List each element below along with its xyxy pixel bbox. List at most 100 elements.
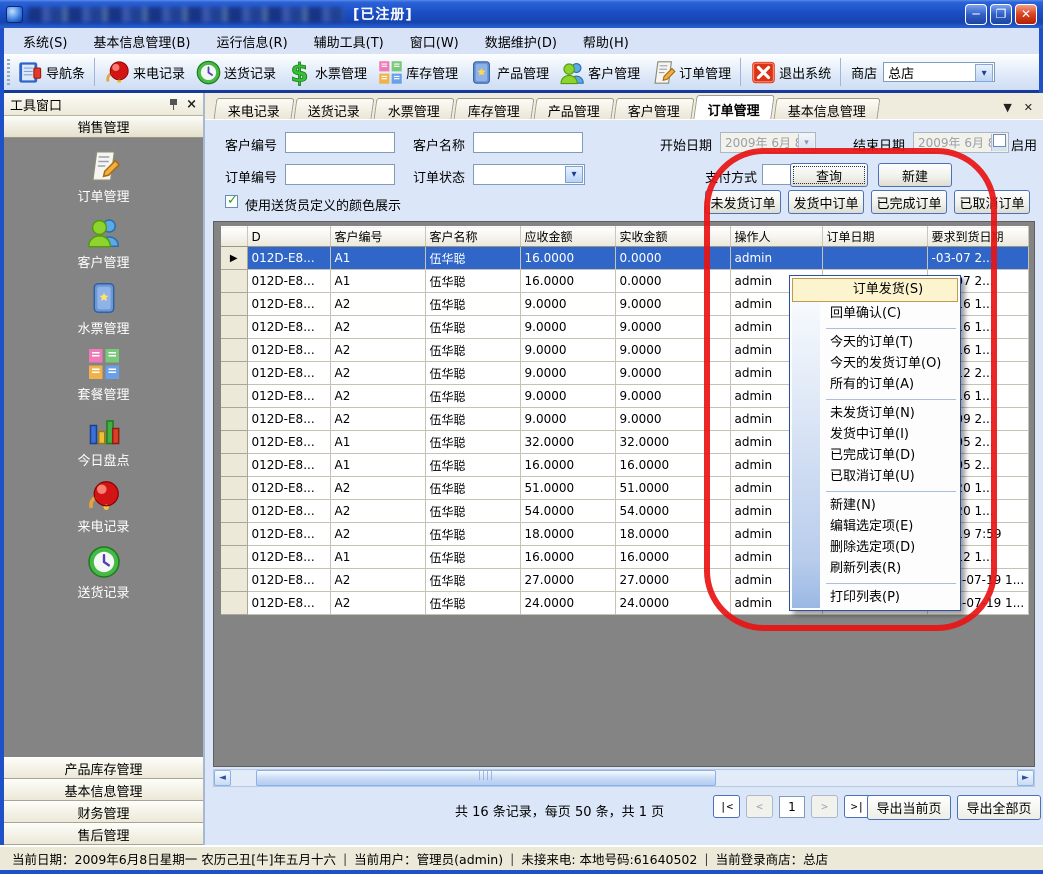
export-current-page-button[interactable]: 导出当前页 <box>867 795 951 820</box>
row-selector-cell[interactable] <box>221 569 247 592</box>
prev-page-button[interactable]: < <box>746 795 773 818</box>
toolbar-button-4[interactable]: $水票管理 <box>281 57 372 88</box>
menu-item-3[interactable]: 辅助工具(T) <box>301 29 397 54</box>
column-header-1[interactable]: D <box>247 227 330 247</box>
row-selector-cell[interactable] <box>221 385 247 408</box>
tab-2[interactable]: 水票管理 <box>374 98 455 119</box>
row-selector-cell[interactable] <box>221 339 247 362</box>
column-header-0[interactable] <box>221 227 247 247</box>
context-menu-item-8[interactable]: 发货中订单(I) <box>792 424 958 445</box>
row-selector-cell[interactable] <box>221 454 247 477</box>
scroll-left-arrow-icon[interactable]: ◄ <box>214 770 231 786</box>
start-date-picker[interactable]: 2009年 6月 8日 <box>720 132 816 153</box>
tab-1[interactable]: 送货记录 <box>294 98 375 119</box>
row-selector-cell[interactable] <box>221 431 247 454</box>
context-menu-item-13[interactable]: 编辑选定项(E) <box>792 516 958 537</box>
sidebar-section-header[interactable]: 销售管理 <box>4 116 203 138</box>
row-selector-cell[interactable] <box>221 362 247 385</box>
scrollbar-thumb[interactable] <box>256 770 716 786</box>
maximize-button[interactable]: ❐ <box>990 4 1012 25</box>
toolbar-button-8[interactable]: 订单管理 <box>645 57 736 88</box>
tab-close-icon[interactable]: ✕ <box>1024 101 1033 114</box>
toolbar-button-0[interactable]: 导航条 <box>12 57 90 88</box>
context-menu-item-15[interactable]: 刷新列表(R) <box>792 558 958 579</box>
tab-6[interactable]: 订单管理 <box>693 95 774 119</box>
context-menu-item-12[interactable]: 新建(N) <box>792 495 958 516</box>
customer-name-input[interactable] <box>473 132 583 153</box>
context-menu-item-3[interactable]: 今天的订单(T) <box>792 332 958 353</box>
close-button[interactable]: ✕ <box>1015 4 1037 25</box>
sidebar-section-1[interactable]: 基本信息管理 <box>4 779 203 801</box>
menu-item-2[interactable]: 运行信息(R) <box>203 29 300 54</box>
tab-7[interactable]: 基本信息管理 <box>774 98 881 119</box>
first-page-button[interactable]: |< <box>713 795 740 818</box>
toolbar-button-5[interactable]: 库存管理 <box>372 57 463 88</box>
sidebar-item-0[interactable]: 订单管理 <box>4 148 203 205</box>
menu-item-1[interactable]: 基本信息管理(B) <box>80 29 203 54</box>
context-menu-item-0[interactable]: 订单发货(S) <box>792 278 958 302</box>
table-row[interactable]: ▶012D-E8...A1伍华聪16.00000.0000admin-03-07… <box>221 247 1029 270</box>
context-menu-item-9[interactable]: 已完成订单(D) <box>792 445 958 466</box>
context-menu-item-5[interactable]: 所有的订单(A) <box>792 374 958 395</box>
column-header-4[interactable]: 应收金额 <box>520 227 615 247</box>
column-header-6[interactable]: 操作人 <box>730 227 822 247</box>
horizontal-scrollbar[interactable]: ◄ ► <box>213 769 1035 787</box>
tab-0[interactable]: 来电记录 <box>214 98 295 119</box>
sidebar-item-1[interactable]: 客户管理 <box>4 214 203 271</box>
column-header-2[interactable]: 客户编号 <box>330 227 425 247</box>
context-menu-item-17[interactable]: 打印列表(P) <box>792 587 958 608</box>
toolbar-button-6[interactable]: 产品管理 <box>463 57 554 88</box>
row-selector-cell[interactable] <box>221 477 247 500</box>
context-menu-item-10[interactable]: 已取消订单(U) <box>792 466 958 487</box>
sidebar-item-6[interactable]: 送货记录 <box>4 544 203 601</box>
row-selector-cell[interactable]: ▶ <box>221 247 247 270</box>
sidebar-section-0[interactable]: 产品库存管理 <box>4 757 203 779</box>
row-selector-cell[interactable] <box>221 293 247 316</box>
context-menu-item-4[interactable]: 今天的发货订单(O) <box>792 353 958 374</box>
sidebar-close-icon[interactable]: × <box>186 98 197 111</box>
page-number-input[interactable]: 1 <box>779 796 805 818</box>
order-status-select[interactable] <box>473 164 585 185</box>
scroll-right-arrow-icon[interactable]: ► <box>1017 770 1034 786</box>
row-selector-cell[interactable] <box>221 316 247 339</box>
toolbar-button-7[interactable]: 客户管理 <box>554 57 645 88</box>
order-state-filter-button-2[interactable]: 已完成订单 <box>871 190 947 214</box>
delivery-color-checkbox[interactable] <box>225 195 238 208</box>
sidebar-item-2[interactable]: 水票管理 <box>4 280 203 337</box>
sidebar-item-3[interactable]: 套餐管理 <box>4 346 203 403</box>
order-state-filter-button-3[interactable]: 已取消订单 <box>954 190 1030 214</box>
order-no-input[interactable] <box>285 164 395 185</box>
sidebar-section-3[interactable]: 售后管理 <box>4 823 203 845</box>
query-button[interactable]: 查询 <box>790 163 868 187</box>
menu-item-4[interactable]: 窗口(W) <box>397 29 472 54</box>
order-state-filter-button-0[interactable]: 未发货订单 <box>705 190 781 214</box>
column-header-5[interactable]: 实收金额 <box>615 227 730 247</box>
export-all-pages-button[interactable]: 导出全部页 <box>957 795 1041 820</box>
new-button[interactable]: 新建 <box>878 163 952 187</box>
menu-item-0[interactable]: 系统(S) <box>10 29 80 54</box>
next-page-button[interactable]: > <box>811 795 838 818</box>
tab-3[interactable]: 库存管理 <box>454 98 535 119</box>
toolbar-button-10[interactable]: 退出系统 <box>745 57 836 88</box>
enable-date-checkbox[interactable] <box>993 134 1006 147</box>
order-state-filter-button-1[interactable]: 发货中订单 <box>788 190 864 214</box>
toolbar-button-2[interactable]: 来电记录 <box>99 57 190 88</box>
row-selector-cell[interactable] <box>221 500 247 523</box>
context-menu-item-1[interactable]: 回单确认(C) <box>792 303 958 324</box>
toolbar-button-3[interactable]: 送货记录 <box>190 57 281 88</box>
menu-item-6[interactable]: 帮助(H) <box>570 29 642 54</box>
sidebar-item-5[interactable]: 来电记录 <box>4 478 203 535</box>
row-selector-cell[interactable] <box>221 592 247 615</box>
context-menu-item-14[interactable]: 删除选定项(D) <box>792 537 958 558</box>
tab-4[interactable]: 产品管理 <box>534 98 615 119</box>
column-header-3[interactable]: 客户名称 <box>425 227 520 247</box>
menu-item-5[interactable]: 数据维护(D) <box>472 29 570 54</box>
row-selector-cell[interactable] <box>221 408 247 431</box>
context-menu-item-7[interactable]: 未发货订单(N) <box>792 403 958 424</box>
column-header-8[interactable]: 要求到货日期 <box>927 227 1029 247</box>
column-header-7[interactable]: 订单日期 <box>822 227 927 247</box>
customer-no-input[interactable] <box>285 132 395 153</box>
row-selector-cell[interactable] <box>221 546 247 569</box>
pin-icon[interactable] <box>169 99 178 110</box>
tab-5[interactable]: 客户管理 <box>614 98 695 119</box>
